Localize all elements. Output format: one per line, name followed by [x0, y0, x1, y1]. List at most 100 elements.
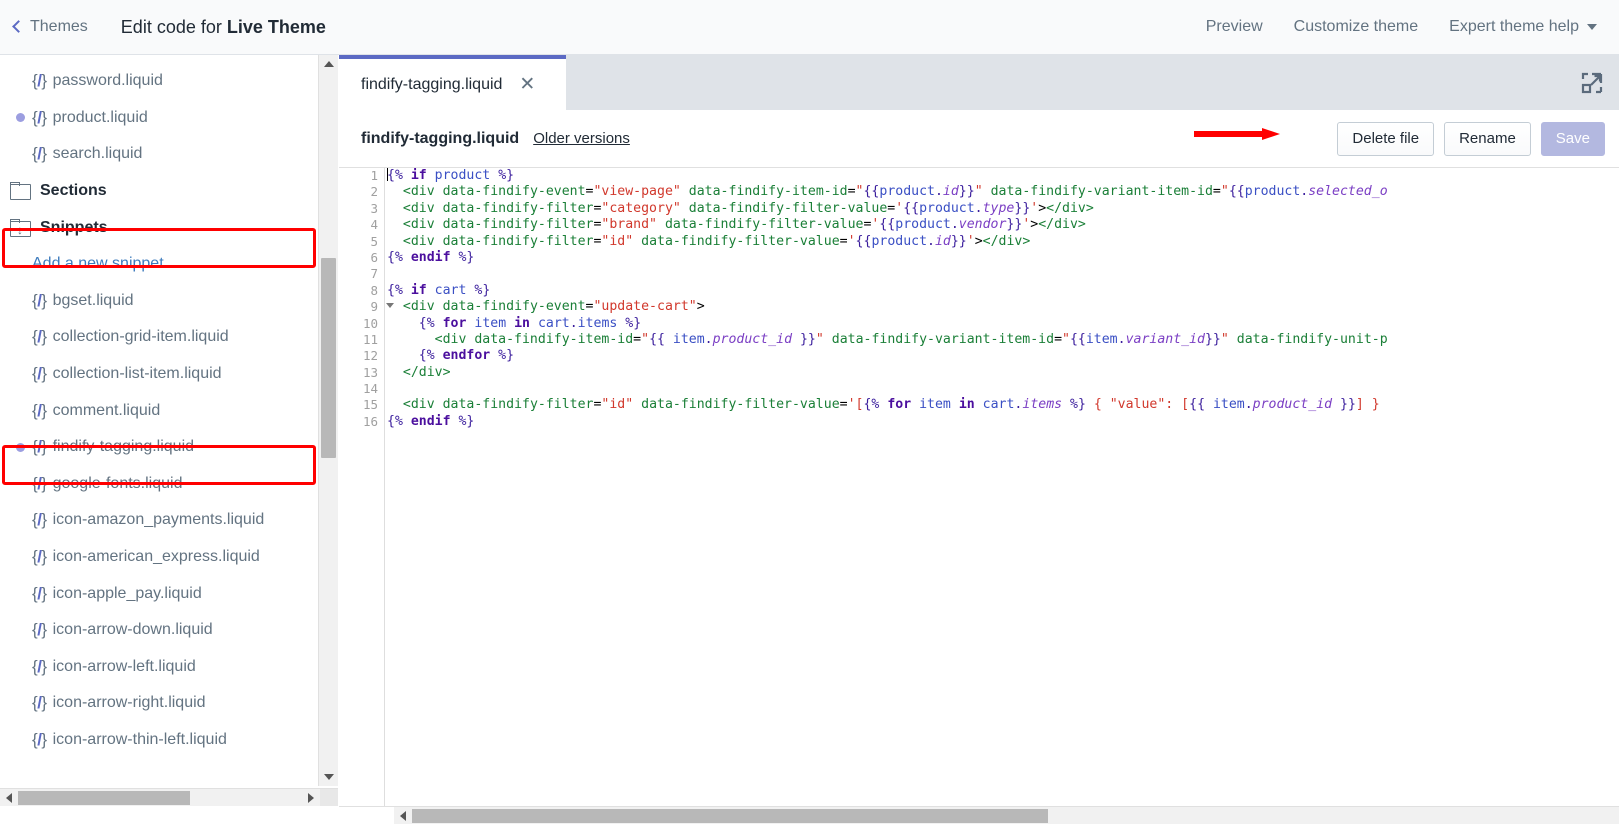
file-row[interactable]: {/} google-fonts.liquid	[0, 466, 318, 503]
add-snippet-label: Add a new snippet	[32, 255, 164, 273]
expand-icon[interactable]	[1579, 70, 1605, 96]
sidebar-hscroll-thumb[interactable]	[18, 791, 190, 805]
code-line: <div data-findify-filter="id" data-findi…	[402, 397, 1388, 413]
file-row[interactable]: {/} icon-amazon_payments.liquid	[0, 502, 318, 539]
file-name-label: icon-american_express.liquid	[52, 548, 260, 566]
file-row[interactable]: {/} product.liquid	[0, 100, 318, 137]
expert-theme-help-menu[interactable]: Expert theme help	[1449, 18, 1597, 36]
file-row[interactable]: {/} findify-tagging.liquid	[0, 429, 318, 466]
older-versions-link[interactable]: Older versions	[533, 130, 630, 147]
file-row[interactable]: {/} icon-arrow-left.liquid	[0, 649, 318, 686]
file-name-label: bgset.liquid	[52, 291, 134, 309]
liquid-file-icon: {/}	[32, 107, 47, 127]
scroll-left-arrow[interactable]	[0, 789, 18, 807]
line-number: 7	[370, 266, 378, 282]
folder-label: Sections	[40, 182, 107, 200]
unsaved-changes-dot-icon	[15, 113, 25, 123]
scroll-down-arrow[interactable]	[319, 768, 338, 786]
sidebar-horizontal-scrollbar[interactable]	[0, 788, 338, 806]
scroll-right-arrow[interactable]	[302, 789, 320, 806]
page-title-theme: Live Theme	[226, 16, 326, 37]
folder-row[interactable]: ↓ Snippets	[0, 209, 318, 246]
file-name-label: icon-arrow-left.liquid	[52, 657, 196, 675]
back-to-themes-link[interactable]: Themes	[12, 18, 88, 36]
liquid-file-icon: {/}	[32, 473, 47, 493]
editor-horizontal-scrollbar[interactable]	[339, 806, 1619, 824]
liquid-file-icon: {/}	[32, 693, 47, 713]
liquid-file-icon: {/}	[32, 290, 47, 310]
line-number: 5	[370, 233, 378, 249]
line-number: 9	[339, 299, 394, 315]
liquid-file-icon: {/}	[32, 583, 47, 603]
top-bar-actions: Preview Customize theme Expert theme hel…	[1206, 18, 1597, 36]
liquid-file-icon: {/}	[32, 400, 47, 420]
line-number: 2	[370, 184, 378, 200]
code-text-area[interactable]: 1 2 3 4 5 6 7 8 9 10 11 12 13 14 15 16 {% if product %}…	[339, 167, 1619, 824]
file-row[interactable]: {/} collection-list-item.liquid	[0, 356, 318, 393]
file-row[interactable]: {/} icon-arrow-thin-left.liquid	[0, 722, 318, 759]
save-button[interactable]: Save	[1540, 121, 1605, 156]
preview-link-label: Preview	[1205, 18, 1263, 35]
liquid-file-icon: {/}	[32, 327, 47, 347]
code-line: <div data-findify-filter="brand" data-fi…	[402, 217, 1086, 233]
tab-findify-tagging-liquid[interactable]: findify-tagging.liquid ✕	[339, 55, 566, 110]
customize-theme-link[interactable]: Customize theme	[1294, 18, 1419, 36]
page-title-prefix: Edit code for	[120, 16, 227, 37]
liquid-file-icon: {/}	[32, 547, 47, 567]
code-line: {% endif %}	[387, 249, 475, 265]
page-title: Edit code for Live Theme	[121, 17, 326, 38]
folder-icon	[10, 182, 32, 201]
close-icon[interactable]: ✕	[519, 75, 535, 94]
sidebar-scroll-thumb[interactable]	[321, 258, 336, 458]
modified-indicator-slot	[8, 442, 32, 452]
file-row[interactable]: {/} icon-arrow-down.liquid	[0, 612, 318, 649]
customize-theme-label: Customize theme	[1293, 18, 1419, 35]
liquid-file-icon: {/}	[32, 656, 47, 676]
expert-theme-help-label: Expert theme help	[1449, 18, 1579, 35]
code-hscroll-thumb[interactable]	[412, 809, 1048, 823]
code-line: </div>	[402, 364, 451, 380]
top-bar: Themes Edit code for Live Theme Preview …	[0, 0, 1619, 55]
file-row[interactable]: {/} comment.liquid	[0, 392, 318, 429]
code-line: {% if cart %}	[387, 282, 491, 298]
file-row[interactable]: {/} icon-arrow-right.liquid	[0, 685, 318, 722]
liquid-file-icon: {/}	[32, 620, 47, 640]
modified-indicator-slot	[8, 113, 32, 123]
tab-label: findify-tagging.liquid	[361, 75, 503, 93]
editor-header: findify-tagging.liquid Older versions De…	[339, 110, 1619, 167]
file-row[interactable]: {/} collection-grid-item.liquid	[0, 319, 318, 356]
file-row[interactable]: {/} search.liquid	[0, 136, 318, 173]
unsaved-changes-dot-icon	[15, 442, 25, 452]
file-name-label: collection-grid-item.liquid	[52, 328, 229, 346]
code-line: <div data-findify-event="view-page" data…	[402, 184, 1388, 200]
folder-row[interactable]: Sections	[0, 173, 318, 210]
chevron-left-icon	[12, 20, 25, 33]
liquid-file-icon: {/}	[32, 364, 47, 384]
code-content[interactable]: {% if product %} <div data-findify-event…	[387, 168, 1619, 807]
file-name-label: icon-arrow-thin-left.liquid	[52, 730, 227, 748]
file-tree-sidebar: {/} password.liquid {/} product.liquid {/} se…	[0, 55, 338, 806]
liquid-file-icon: {/}	[32, 729, 47, 749]
liquid-file-icon: {/}	[32, 71, 47, 91]
add-snippet-action[interactable]: Add a new snippet	[0, 246, 318, 283]
code-scroll-left-arrow[interactable]	[394, 807, 412, 824]
delete-file-button[interactable]: Delete file	[1337, 121, 1435, 156]
file-name-label: findify-tagging.liquid	[52, 438, 195, 456]
line-number: 14	[362, 381, 378, 397]
rename-button[interactable]: Rename	[1444, 121, 1531, 156]
preview-link[interactable]: Preview	[1206, 18, 1263, 36]
file-name-label: password.liquid	[52, 72, 163, 90]
scroll-up-arrow[interactable]	[319, 55, 338, 73]
line-number: 3	[370, 200, 378, 216]
file-name-label: icon-amazon_payments.liquid	[52, 511, 265, 529]
file-row[interactable]: {/} password.liquid	[0, 63, 318, 100]
file-row[interactable]: {/} icon-american_express.liquid	[0, 539, 318, 576]
folder-label: Snippets	[40, 218, 108, 236]
line-number: 1	[370, 168, 378, 183]
code-line: {% endif %}	[387, 413, 475, 429]
sidebar-vertical-scrollbar[interactable]	[318, 55, 338, 786]
file-row[interactable]: {/} icon-apple_pay.liquid	[0, 575, 318, 612]
file-row[interactable]: {/} bgset.liquid	[0, 283, 318, 320]
